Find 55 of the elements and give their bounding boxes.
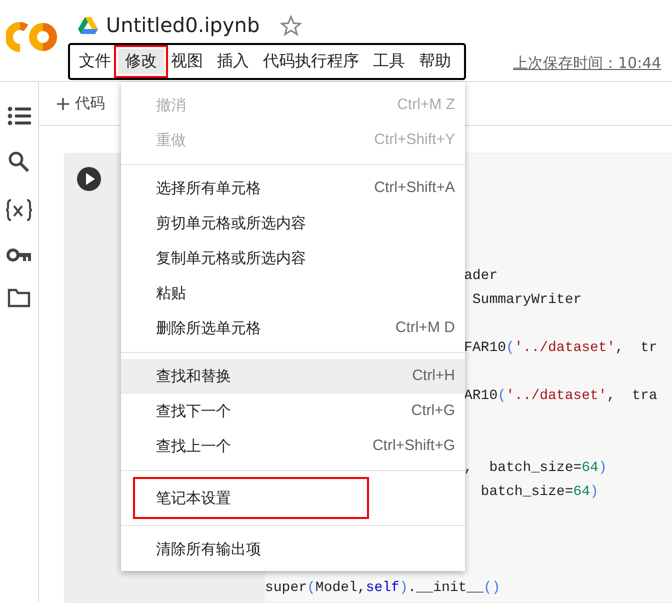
menu-item-label: 查找和替换 xyxy=(156,366,231,388)
menu-item[interactable]: 笔记本设置 xyxy=(133,477,369,519)
menu-item[interactable]: 复制单元格或所选内容 xyxy=(121,241,465,276)
shortcut-text: Ctrl+Shift+A xyxy=(374,178,455,198)
variables-icon[interactable] xyxy=(5,198,33,222)
menu-item[interactable]: 查找下一个 Ctrl+G xyxy=(121,394,465,429)
menu-item-label: 重做 xyxy=(156,130,186,152)
folder-icon[interactable] xyxy=(7,288,31,308)
menu-item-label: 撤消 xyxy=(156,95,186,116)
menu-item-label: 清除所有输出项 xyxy=(156,539,261,560)
menu-tab[interactable]: 工具 xyxy=(366,49,412,74)
menu-item-label: 笔记本设置 xyxy=(156,488,231,509)
menu-tab[interactable]: 代码执行程序 xyxy=(256,49,366,74)
code-line: , batch_size=64) xyxy=(464,460,607,476)
menu-item[interactable]: 清除所有输出项 xyxy=(121,532,465,567)
menu-item[interactable]: 查找上一个 Ctrl+Shift+G xyxy=(121,429,465,464)
code-line: batch_size=64) xyxy=(480,484,598,500)
shortcut-text: Ctrl+H xyxy=(412,366,455,386)
key-icon[interactable] xyxy=(6,247,32,263)
menu-item[interactable]: 查找和替换 Ctrl+H xyxy=(121,359,465,394)
menu-tab[interactable]: 视图 xyxy=(164,49,210,74)
menu-item[interactable]: 删除所选单元格 Ctrl+M D xyxy=(121,311,465,346)
menu-item[interactable]: 粘贴 xyxy=(121,276,465,311)
run-icon[interactable] xyxy=(77,167,101,191)
add-code-button[interactable]: 代码 xyxy=(57,92,105,115)
menu-item[interactable]: 选择所有单元格 Ctrl+Shift+A xyxy=(121,171,465,206)
code-line: FAR10('../dataset', tr xyxy=(464,340,658,356)
menu-item-label: 复制单元格或所选内容 xyxy=(156,248,306,270)
menu-tab[interactable]: 文件 xyxy=(72,49,118,74)
list-icon[interactable] xyxy=(7,106,31,126)
menu-item-label: 粘贴 xyxy=(156,283,186,304)
menu-item-label: 删除所选单元格 xyxy=(156,318,261,340)
notebook-title[interactable]: Untitled0.ipynb xyxy=(106,10,260,40)
shortcut-text: Ctrl+M Z xyxy=(397,95,455,116)
code-line: ader xyxy=(464,268,498,284)
code-line: super(Model,self).__init__() xyxy=(265,580,500,596)
code-line: SummaryWriter xyxy=(471,292,582,308)
shortcut-text: Ctrl+M D xyxy=(395,318,455,338)
menu-item-label: 剪切单元格或所选内容 xyxy=(156,213,306,234)
logo-icon[interactable] xyxy=(6,22,58,52)
star-icon[interactable] xyxy=(280,13,302,37)
menu-item[interactable]: 剪切单元格或所选内容 xyxy=(121,206,465,241)
menu-tab[interactable]: 帮助 xyxy=(412,49,458,74)
code-line: AR10('../dataset', tra xyxy=(464,388,658,404)
shortcut-text: Ctrl+G xyxy=(411,401,455,422)
search-icon[interactable] xyxy=(8,151,30,173)
plus-icon xyxy=(57,98,69,110)
shortcut-text: Ctrl+Shift+G xyxy=(372,436,455,456)
menu-item-label: 查找上一个 xyxy=(156,436,231,458)
menu-tab[interactable]: 修改 xyxy=(118,49,164,74)
last-saved-link[interactable]: 上次保存时间：10:44 xyxy=(513,52,662,74)
menu-item-label: 选择所有单元格 xyxy=(156,178,261,200)
shortcut-text: Ctrl+Shift+Y xyxy=(374,130,455,150)
menu-item-label: 查找下一个 xyxy=(156,401,231,422)
menu-tab[interactable]: 插入 xyxy=(210,49,256,74)
